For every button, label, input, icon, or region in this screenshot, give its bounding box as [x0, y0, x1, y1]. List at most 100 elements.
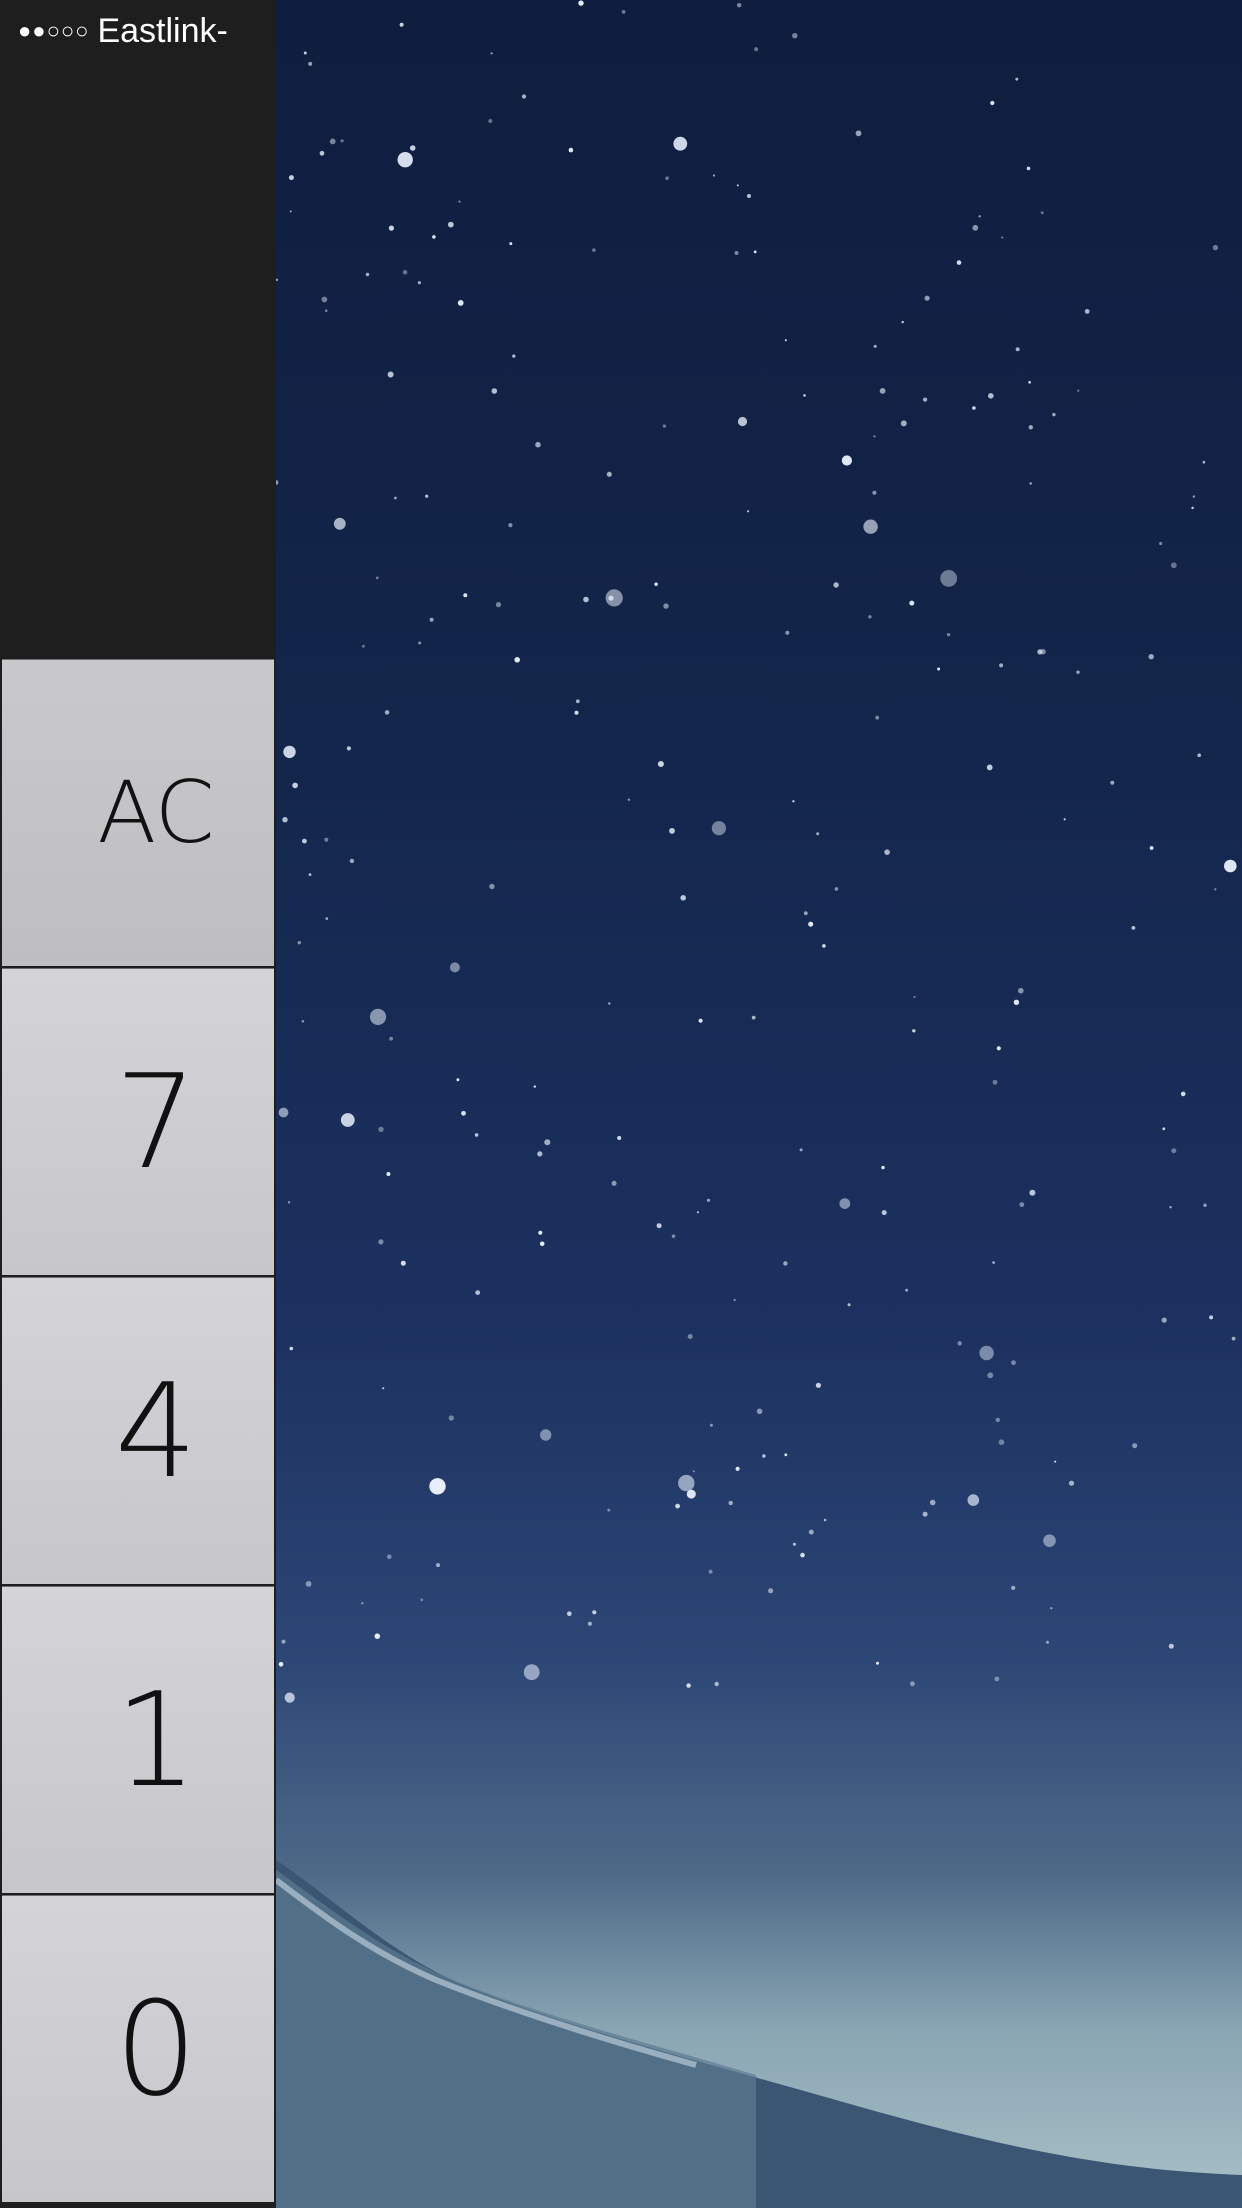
- star: [611, 1180, 617, 1186]
- star: [937, 667, 941, 671]
- star: [1001, 236, 1004, 239]
- star: [834, 887, 839, 891]
- star: [654, 582, 658, 586]
- star: [303, 51, 307, 55]
- star: [1084, 309, 1090, 314]
- star: [509, 242, 513, 246]
- star: [418, 641, 422, 645]
- star: [457, 300, 464, 306]
- star: [924, 295, 930, 301]
- star: [1054, 1460, 1057, 1463]
- star: [1028, 425, 1033, 430]
- star: [708, 1569, 713, 1574]
- star: [340, 139, 344, 143]
- star: [875, 715, 880, 720]
- star: [823, 1518, 827, 1522]
- digit-0-button[interactable]: 0: [2, 1895, 274, 2202]
- star: [400, 1260, 406, 1266]
- star: [747, 194, 751, 198]
- star: [365, 272, 370, 277]
- star: [489, 883, 495, 890]
- digit-7-button[interactable]: 7: [2, 968, 274, 1275]
- star: [276, 278, 279, 281]
- star: [905, 1288, 908, 1292]
- star: [711, 821, 726, 836]
- star: [884, 849, 890, 855]
- star: [1170, 562, 1177, 569]
- star: [449, 962, 460, 973]
- star: [297, 941, 301, 945]
- star: [1068, 1480, 1075, 1486]
- star: [671, 1234, 676, 1238]
- star: [1148, 654, 1154, 660]
- star: [972, 224, 979, 231]
- keypad: AC 7 4 1 0: [0, 657, 276, 2208]
- star: [397, 152, 413, 168]
- star: [1029, 482, 1032, 485]
- star: [420, 1598, 424, 1602]
- star: [535, 441, 541, 448]
- star: [606, 471, 612, 477]
- star: [1040, 648, 1046, 655]
- star: [756, 1408, 763, 1415]
- star: [913, 995, 916, 999]
- star: [287, 1201, 291, 1204]
- all-clear-button[interactable]: AC: [2, 659, 274, 966]
- star: [1209, 1315, 1214, 1320]
- star: [1015, 347, 1020, 352]
- star: [841, 455, 853, 466]
- star: [387, 371, 394, 378]
- star: [881, 1165, 885, 1170]
- star: [1076, 670, 1080, 674]
- star: [680, 895, 686, 901]
- star: [734, 251, 739, 255]
- star: [957, 1341, 962, 1346]
- star: [1063, 818, 1066, 821]
- calculator-display: [0, 62, 276, 657]
- star: [978, 215, 981, 218]
- star: [474, 1133, 479, 1137]
- star: [1110, 780, 1115, 785]
- star: [382, 1387, 385, 1390]
- star: [879, 388, 886, 394]
- star: [592, 1610, 597, 1615]
- star: [308, 61, 313, 66]
- digit-1-button[interactable]: 1: [2, 1586, 274, 1893]
- star: [567, 1611, 572, 1616]
- digit-4-button[interactable]: 4: [2, 1277, 274, 1584]
- star: [662, 424, 667, 428]
- star: [1203, 1203, 1207, 1207]
- star: [994, 1676, 1000, 1682]
- star: [673, 136, 688, 151]
- star: [319, 150, 325, 156]
- star: [333, 517, 346, 530]
- star: [698, 1018, 703, 1023]
- star: [736, 184, 739, 187]
- star: [378, 1126, 384, 1133]
- star: [388, 225, 394, 231]
- star: [308, 873, 312, 876]
- star: [425, 494, 429, 498]
- star: [458, 200, 461, 203]
- star: [803, 911, 808, 916]
- star: [346, 746, 351, 751]
- star: [656, 1223, 662, 1229]
- star: [876, 1661, 879, 1665]
- star: [987, 1372, 994, 1379]
- star: [929, 1499, 936, 1506]
- star: [402, 270, 408, 275]
- star: [999, 663, 1004, 668]
- star: [539, 1241, 545, 1247]
- star: [432, 235, 436, 239]
- star: [1191, 506, 1194, 510]
- star: [792, 33, 798, 39]
- star: [456, 1078, 460, 1082]
- star: [868, 615, 872, 619]
- calculator-panel: ●●○○○ Eastlink- AC 7 4 1 0: [0, 0, 276, 2208]
- star: [276, 480, 279, 485]
- star: [429, 1478, 446, 1495]
- star: [1231, 1336, 1236, 1341]
- star: [578, 0, 584, 6]
- star: [417, 281, 421, 285]
- star: [808, 1529, 814, 1535]
